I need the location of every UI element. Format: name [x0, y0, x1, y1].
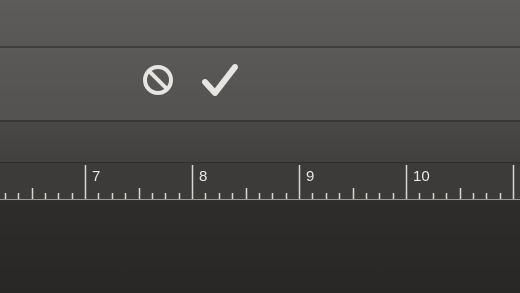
document-canvas[interactable] [0, 200, 520, 293]
menu-strip [0, 0, 520, 48]
ruler-label-9: 9 [306, 168, 314, 185]
ruler-label-8: 8 [199, 168, 207, 185]
horizontal-ruler[interactable]: 7 8 9 10 [0, 163, 520, 200]
ruler-ticks [4, 165, 515, 199]
cancel-transform-button[interactable] [138, 62, 178, 102]
checkmark-icon [201, 62, 239, 102]
options-bar [0, 48, 520, 122]
ruler-label-7: 7 [92, 168, 100, 185]
ruler-graphic: 7 8 9 10 [4, 165, 515, 199]
cancel-icon [140, 62, 176, 102]
document-tabs-strip [0, 122, 520, 163]
ruler-label-10: 10 [413, 168, 430, 185]
commit-transform-button[interactable] [200, 62, 240, 102]
